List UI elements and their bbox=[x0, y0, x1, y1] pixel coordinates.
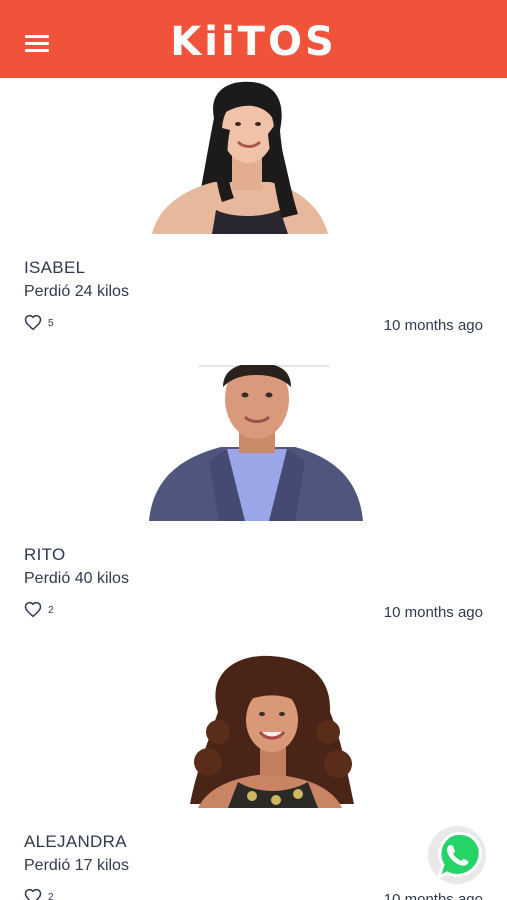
post-timestamp: 10 months ago bbox=[383, 317, 483, 334]
testimonial-feed[interactable]: ISABEL Perdió 24 kilos 5 10 months ago R… bbox=[0, 78, 507, 900]
post-timestamp: 10 months ago bbox=[383, 891, 483, 900]
whatsapp-button[interactable] bbox=[425, 823, 489, 887]
person-name: ALEJANDRA bbox=[24, 832, 127, 851]
app-logo: KiiTOS bbox=[170, 19, 337, 65]
app-screen: KiiTOS ISABEL Perdió 24 kilos 5 10 month… bbox=[0, 0, 507, 900]
weight-loss-text: Perdió 40 kilos bbox=[24, 570, 129, 587]
post-timestamp: 10 months ago bbox=[383, 604, 483, 621]
testimonial-card[interactable]: ISABEL Perdió 24 kilos 5 10 months ago bbox=[0, 78, 507, 365]
weight-loss-text: Perdió 24 kilos bbox=[24, 283, 129, 300]
person-name: ISABEL bbox=[24, 258, 86, 277]
testimonial-card[interactable]: RITO Perdió 40 kilos 2 10 months ago bbox=[0, 365, 507, 652]
heart-outline-icon bbox=[24, 601, 42, 618]
weight-loss-text: Perdió 17 kilos bbox=[24, 857, 129, 874]
heart-outline-icon bbox=[24, 888, 42, 900]
heart-outline-icon bbox=[24, 314, 42, 331]
testimonial-photo bbox=[149, 365, 363, 521]
person-name: RITO bbox=[24, 545, 66, 564]
like-count: 2 bbox=[48, 892, 54, 900]
top-app-bar: KiiTOS bbox=[0, 0, 507, 78]
testimonial-photo bbox=[178, 652, 364, 808]
testimonial-photo bbox=[152, 78, 328, 234]
whatsapp-icon bbox=[428, 826, 486, 884]
like-count: 2 bbox=[48, 605, 54, 616]
like-count: 5 bbox=[48, 318, 54, 329]
